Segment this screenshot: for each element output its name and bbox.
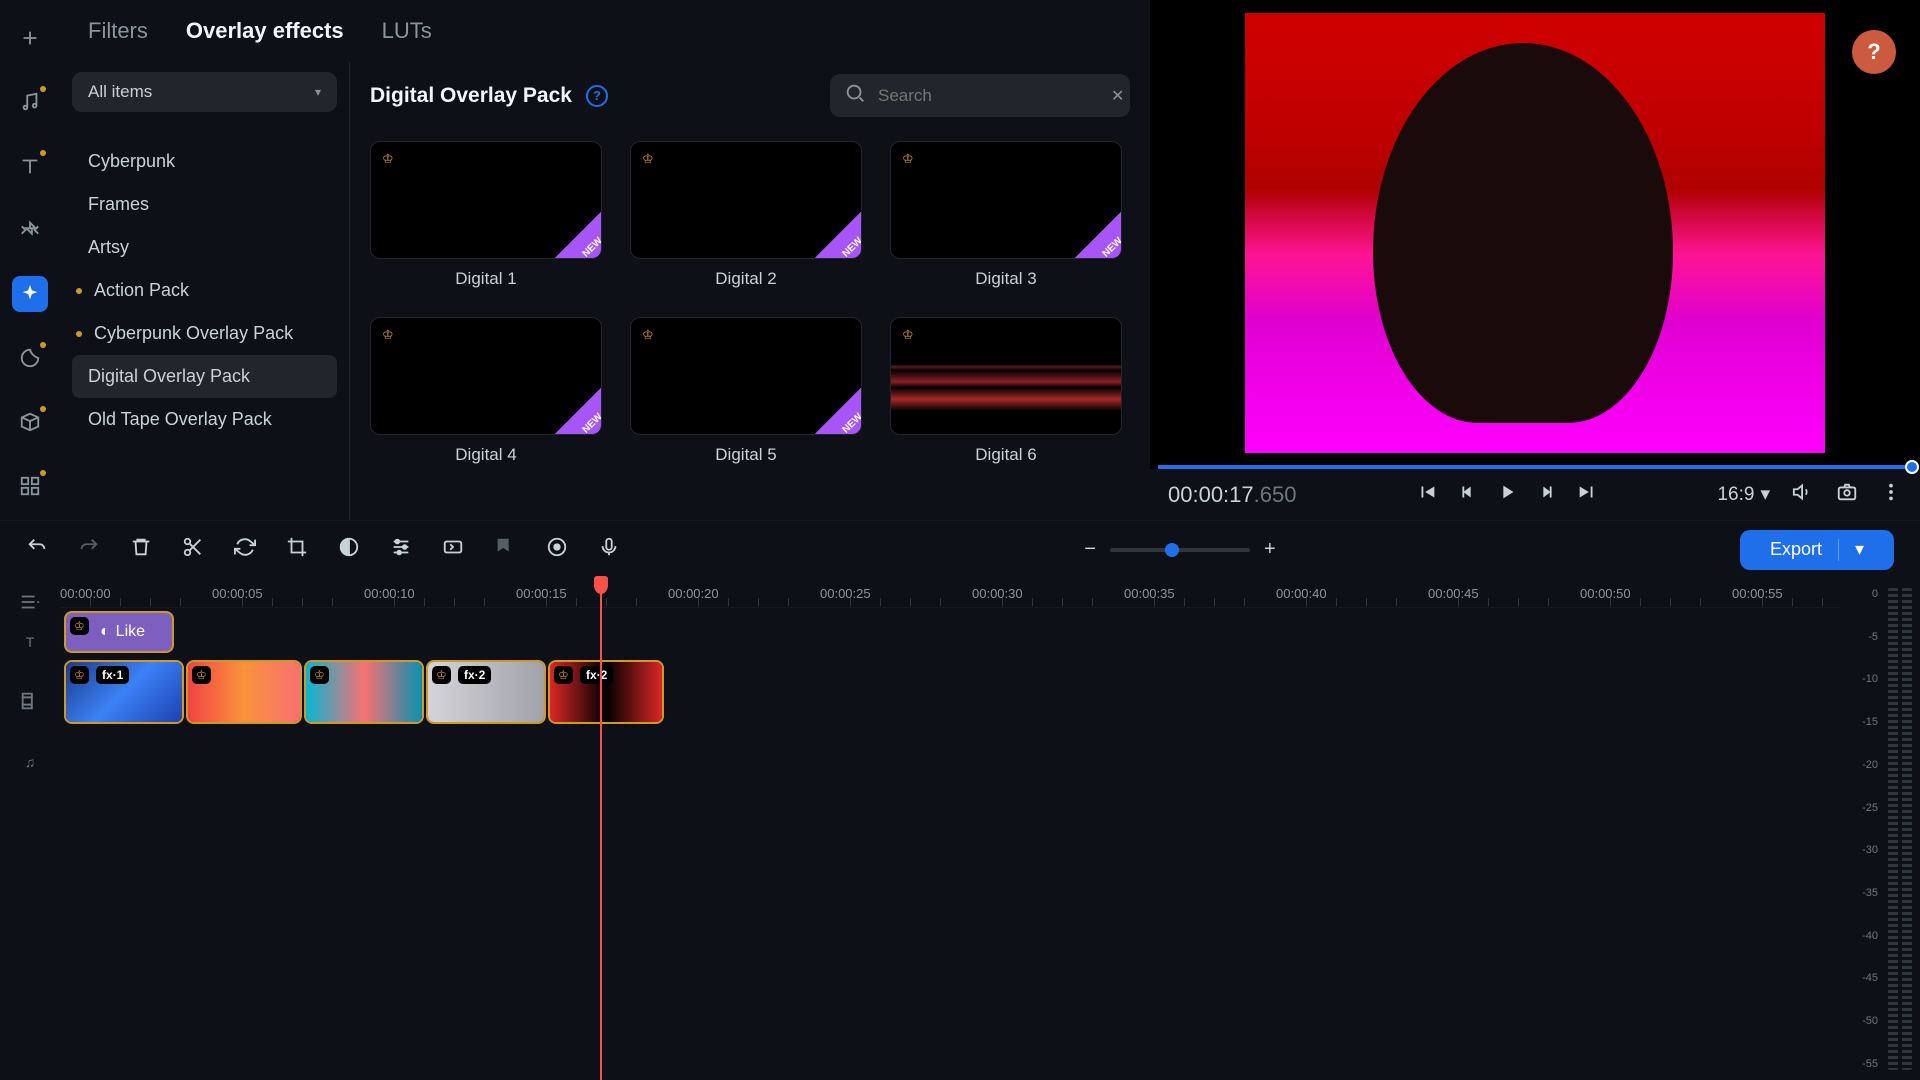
rail-audio[interactable] bbox=[12, 84, 48, 120]
info-icon[interactable]: ? bbox=[586, 85, 608, 107]
preview-viewport[interactable] bbox=[1150, 0, 1920, 465]
video-clip[interactable]: ♔ bbox=[304, 660, 424, 724]
effect-card[interactable]: ♔Digital 4 bbox=[370, 317, 602, 465]
crown-icon: ♔ bbox=[554, 666, 573, 684]
effect-card[interactable]: ♔Digital 5 bbox=[630, 317, 862, 465]
rail-elements[interactable] bbox=[12, 404, 48, 440]
crown-icon: ♔ bbox=[377, 324, 399, 346]
undo-button[interactable] bbox=[26, 536, 48, 564]
next-frame-button[interactable] bbox=[1536, 481, 1558, 508]
voiceover-button[interactable] bbox=[598, 536, 620, 564]
split-button[interactable] bbox=[182, 536, 204, 564]
effects-browser: Filters Overlay effects LUTs All items ▾… bbox=[60, 0, 1150, 520]
help-button[interactable]: ? bbox=[1852, 30, 1896, 74]
effect-card[interactable]: ♔Digital 6 bbox=[890, 317, 1122, 465]
goto-start-button[interactable] bbox=[1416, 481, 1438, 508]
redo-button[interactable] bbox=[78, 536, 100, 564]
crop-button[interactable] bbox=[286, 536, 308, 564]
video-clip[interactable]: ♔fx·2 bbox=[426, 660, 546, 724]
playhead[interactable] bbox=[600, 578, 602, 1080]
transition-button[interactable] bbox=[442, 536, 464, 564]
rail-add[interactable] bbox=[12, 20, 48, 56]
category-sidebar: All items ▾ CyberpunkFramesArtsyAction P… bbox=[60, 62, 350, 520]
chevron-down-icon: ▾ bbox=[315, 85, 321, 99]
timeline: T ♫ 00:00:0000:00:0500:00:1000:00:1500:0… bbox=[0, 578, 1920, 1080]
timeline-toolbar: − + Export▾ bbox=[0, 520, 1920, 578]
preview-panel: ? 00:00:17.650 16:9▾ bbox=[1150, 0, 1920, 520]
search-box[interactable]: ✕ bbox=[830, 74, 1130, 117]
rail-more[interactable] bbox=[12, 468, 48, 504]
track-text-icon[interactable]: T bbox=[26, 634, 35, 650]
rail-effects[interactable] bbox=[12, 276, 48, 312]
prev-frame-button[interactable] bbox=[1456, 481, 1478, 508]
category-item[interactable]: Frames bbox=[72, 183, 337, 226]
export-button[interactable]: Export▾ bbox=[1740, 530, 1894, 570]
content-title: Digital Overlay Pack bbox=[370, 84, 572, 108]
rail-transitions[interactable] bbox=[12, 212, 48, 248]
crown-icon: ♔ bbox=[897, 148, 919, 170]
goto-end-button[interactable] bbox=[1576, 481, 1598, 508]
effect-card[interactable]: ♔Digital 2 bbox=[630, 141, 862, 289]
snapshot-button[interactable] bbox=[1836, 481, 1858, 508]
tab-luts[interactable]: LUTs bbox=[382, 18, 432, 44]
effect-card[interactable]: ♔Digital 3 bbox=[890, 141, 1122, 289]
crown-icon: ♔ bbox=[897, 324, 919, 346]
preview-menu-button[interactable] bbox=[1880, 481, 1902, 508]
track-audio-icon[interactable]: ♫ bbox=[25, 754, 36, 770]
color-button[interactable] bbox=[338, 536, 360, 564]
tool-rail bbox=[0, 0, 60, 520]
timecode: 00:00:17.650 bbox=[1168, 482, 1296, 508]
delete-button[interactable] bbox=[130, 536, 152, 564]
crown-icon: ♔ bbox=[310, 666, 329, 684]
crown-icon: ♔ bbox=[192, 666, 211, 684]
search-icon bbox=[844, 82, 866, 109]
aspect-ratio-selector[interactable]: 16:9▾ bbox=[1717, 483, 1770, 506]
moon-icon: ◐ bbox=[100, 623, 110, 641]
audio-meters: 0-5-10-15-20-25-30-35-40-45-50-55 bbox=[1840, 578, 1920, 1080]
marker-button[interactable] bbox=[494, 536, 516, 564]
record-button[interactable] bbox=[546, 536, 568, 564]
add-track-button[interactable] bbox=[19, 591, 41, 616]
chevron-down-icon: ▾ bbox=[1760, 483, 1770, 506]
seek-bar[interactable] bbox=[1158, 465, 1912, 469]
timeline-ruler[interactable]: 00:00:0000:00:0500:00:1000:00:1500:00:20… bbox=[60, 578, 1840, 608]
play-button[interactable] bbox=[1496, 481, 1518, 508]
category-item[interactable]: Digital Overlay Pack bbox=[72, 355, 337, 398]
category-item[interactable]: Old Tape Overlay Pack bbox=[72, 398, 337, 441]
category-item[interactable]: Artsy bbox=[72, 226, 337, 269]
zoom-control[interactable]: − + bbox=[1084, 538, 1275, 561]
video-clip[interactable]: ♔ bbox=[186, 660, 302, 724]
zoom-slider[interactable] bbox=[1110, 548, 1250, 552]
crown-icon: ♔ bbox=[432, 666, 451, 684]
clear-search-icon[interactable]: ✕ bbox=[1111, 86, 1124, 106]
crown-icon: ♔ bbox=[637, 324, 659, 346]
rotate-button[interactable] bbox=[234, 536, 256, 564]
crown-icon: ♔ bbox=[70, 617, 89, 635]
track-video-icon[interactable] bbox=[19, 690, 41, 715]
crown-icon: ♔ bbox=[70, 666, 89, 684]
search-input[interactable] bbox=[878, 86, 1099, 106]
category-item[interactable]: Cyberpunk Overlay Pack bbox=[72, 312, 337, 355]
category-item[interactable]: Cyberpunk bbox=[72, 140, 337, 183]
crown-icon: ♔ bbox=[377, 148, 399, 170]
zoom-in-button[interactable]: + bbox=[1264, 538, 1276, 561]
effect-card[interactable]: ♔Digital 1 bbox=[370, 141, 602, 289]
video-clip[interactable]: ♔fx·1 bbox=[64, 660, 184, 724]
mute-button[interactable] bbox=[1792, 481, 1814, 508]
title-clip[interactable]: ♔ ◐ Like bbox=[64, 611, 174, 653]
tab-filters[interactable]: Filters bbox=[88, 18, 148, 44]
category-dropdown[interactable]: All items ▾ bbox=[72, 72, 337, 112]
rail-text[interactable] bbox=[12, 148, 48, 184]
video-clip[interactable]: ♔fx·2 bbox=[548, 660, 664, 724]
adjust-button[interactable] bbox=[390, 536, 412, 564]
category-item[interactable]: Action Pack bbox=[72, 269, 337, 312]
rail-stickers[interactable] bbox=[12, 340, 48, 376]
chevron-down-icon: ▾ bbox=[1855, 539, 1864, 560]
zoom-out-button[interactable]: − bbox=[1084, 538, 1096, 561]
dropdown-label: All items bbox=[88, 82, 152, 102]
crown-icon: ♔ bbox=[637, 148, 659, 170]
tab-overlay-effects[interactable]: Overlay effects bbox=[186, 18, 344, 44]
